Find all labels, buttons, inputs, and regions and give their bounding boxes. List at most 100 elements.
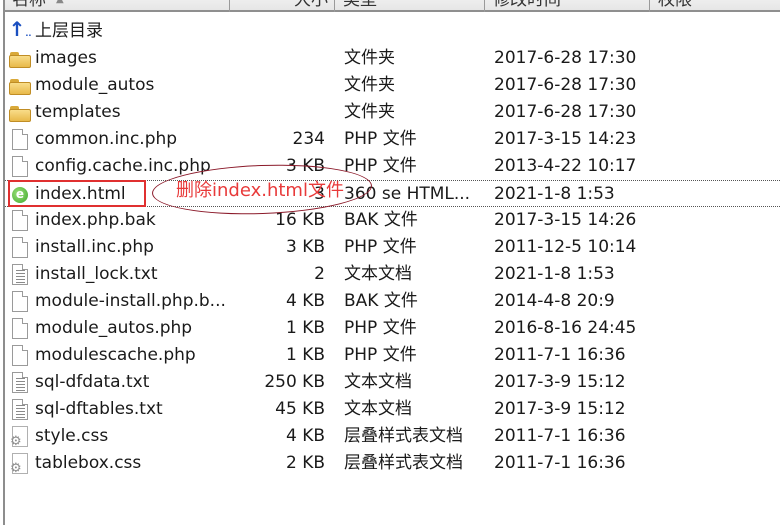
column-permissions-label: 权限 [658, 0, 692, 10]
folder-icon [7, 72, 33, 99]
file-modified: 2017-3-9 15:12 [494, 372, 626, 392]
file-modified: 2017-6-28 17:30 [494, 102, 637, 122]
file-size: 3 KB [285, 237, 325, 257]
file-icon [7, 126, 33, 153]
file-size: 234 [292, 129, 325, 149]
file-name: common.inc.php [35, 129, 178, 149]
text-file-icon [7, 369, 33, 396]
column-header-permissions[interactable]: 权限 [650, 0, 780, 12]
file-type: BAK 文件 [344, 291, 418, 311]
file-row[interactable]: ⚙ tablebox.css 2 KB 层叠样式表文档 2011-7-1 16:36 [5, 450, 780, 477]
file-type: 文件夹 [344, 75, 395, 95]
file-name: templates [35, 102, 121, 122]
file-type: 文本文档 [344, 372, 412, 392]
column-header: 名称 ▲ 大小 类型 修改时间 权限 [4, 0, 780, 12]
file-row[interactable]: images 文件夹 2017-6-28 17:30 [5, 45, 780, 72]
file-type: 文件夹 [344, 48, 395, 68]
css-file-icon: ⚙ [7, 423, 33, 450]
file-icon [7, 207, 33, 234]
file-modified: 2017-3-9 15:12 [494, 399, 626, 419]
file-modified: 2016-8-16 24:45 [494, 318, 637, 338]
file-modified: 2021-1-8 1:53 [494, 184, 615, 204]
file-type: PHP 文件 [344, 237, 417, 257]
file-name: module_autos [35, 75, 155, 95]
file-type: PHP 文件 [344, 318, 417, 338]
file-name: module_autos.php [35, 318, 193, 338]
file-modified: 2013-4-22 10:17 [494, 156, 637, 176]
annotation-text: 删除index.html文件 [176, 180, 344, 201]
file-type: 文本文档 [344, 399, 412, 419]
file-size [235, 18, 325, 45]
column-modified-label: 修改时间 [493, 0, 561, 10]
file-modified: 2011-7-1 16:36 [494, 345, 626, 365]
file-size: 4 KB [285, 426, 325, 446]
file-type: 文件夹 [344, 102, 395, 122]
file-row[interactable]: index.php.bak 16 KB BAK 文件 2017-3-15 14:26 [5, 207, 780, 234]
parent-directory-row[interactable]: ↑.. 上层目录 [5, 18, 780, 45]
file-modified: 2021-1-8 1:53 [494, 264, 615, 284]
file-row[interactable]: module_autos 文件夹 2017-6-28 17:30 [5, 72, 780, 99]
file-row[interactable]: sql-dftables.txt 45 KB 文本文档 2017-3-9 15:12 [5, 396, 780, 423]
file-name: install_lock.txt [35, 264, 158, 284]
file-name: sql-dftables.txt [35, 399, 163, 419]
file-row[interactable]: ⚙ style.css 4 KB 层叠样式表文档 2011-7-1 16:36 [5, 423, 780, 450]
file-row[interactable]: module_autos.php 1 KB PHP 文件 2016-8-16 24:4… [5, 315, 780, 342]
column-type-label: 类型 [343, 0, 377, 10]
column-name-label: 名称 [12, 0, 46, 10]
file-type: 文本文档 [344, 264, 412, 284]
file-size [235, 72, 325, 99]
file-name: style.css [35, 426, 109, 446]
file-type: PHP 文件 [344, 129, 417, 149]
file-icon [7, 234, 33, 261]
file-size [235, 45, 325, 72]
file-list: ↑.. 上层目录 images 文件夹 2017-6-28 17:30 module_au… [5, 18, 780, 477]
file-modified: 2017-6-28 17:30 [494, 75, 637, 95]
file-size: 1 KB [285, 345, 325, 365]
file-name: tablebox.css [35, 453, 142, 473]
file-type: 层叠样式表文档 [344, 453, 463, 473]
file-name: module-install.php.b... [35, 291, 226, 311]
file-type: PHP 文件 [344, 345, 417, 365]
folder-icon [7, 45, 33, 72]
annotation-highlight-box [8, 180, 146, 207]
column-size-label: 大小 [294, 0, 328, 10]
css-file-icon: ⚙ [7, 450, 33, 477]
column-header-name[interactable]: 名称 ▲ [4, 0, 230, 12]
file-type [344, 18, 484, 45]
sort-up-icon: ▲ [56, 0, 64, 5]
file-row[interactable]: install_lock.txt 2 文本文档 2021-1-8 1:53 [5, 261, 780, 288]
file-modified: 2011-7-1 16:36 [494, 426, 626, 446]
folder-icon [7, 99, 33, 126]
file-row[interactable]: module-install.php.b... 4 KB BAK 文件 2014-4-… [5, 288, 780, 315]
file-row[interactable]: sql-dfdata.txt 250 KB 文本文档 2017-3-9 15:12 [5, 369, 780, 396]
file-name: 上层目录 [35, 21, 103, 41]
file-row[interactable]: install.inc.php 3 KB PHP 文件 2011-12-5 10:14 [5, 234, 780, 261]
file-modified: 2011-12-5 10:14 [494, 237, 637, 257]
text-file-icon [7, 396, 33, 423]
file-row[interactable]: templates 文件夹 2017-6-28 17:30 [5, 99, 780, 126]
file-icon [7, 342, 33, 369]
file-name: images [35, 48, 97, 68]
file-icon [7, 153, 33, 180]
file-row[interactable]: config.cache.inc.php 3 KB PHP 文件 2013-4-22 … [5, 153, 780, 180]
file-type: 层叠样式表文档 [344, 426, 463, 446]
file-name: modulescache.php [35, 345, 196, 365]
file-size: 45 KB [275, 399, 325, 419]
column-header-type[interactable]: 类型 [335, 0, 485, 12]
file-modified: 2017-3-15 14:26 [494, 210, 637, 230]
file-modified: 2017-3-15 14:23 [494, 129, 637, 149]
text-file-icon [7, 261, 33, 288]
file-size [235, 99, 325, 126]
file-row[interactable]: modulescache.php 1 KB PHP 文件 2011-7-1 16:36 [5, 342, 780, 369]
file-size: 1 KB [285, 318, 325, 338]
file-row[interactable]: common.inc.php 234 PHP 文件 2017-3-15 14:23 [5, 126, 780, 153]
file-type: BAK 文件 [344, 210, 418, 230]
file-size: 2 KB [285, 453, 325, 473]
column-header-modified[interactable]: 修改时间 [485, 0, 650, 12]
file-modified: 2017-6-28 17:30 [494, 48, 637, 68]
file-modified [494, 18, 654, 45]
column-header-size[interactable]: 大小 [230, 0, 335, 12]
file-icon [7, 315, 33, 342]
file-name: sql-dfdata.txt [35, 372, 150, 392]
file-type: PHP 文件 [344, 156, 417, 176]
